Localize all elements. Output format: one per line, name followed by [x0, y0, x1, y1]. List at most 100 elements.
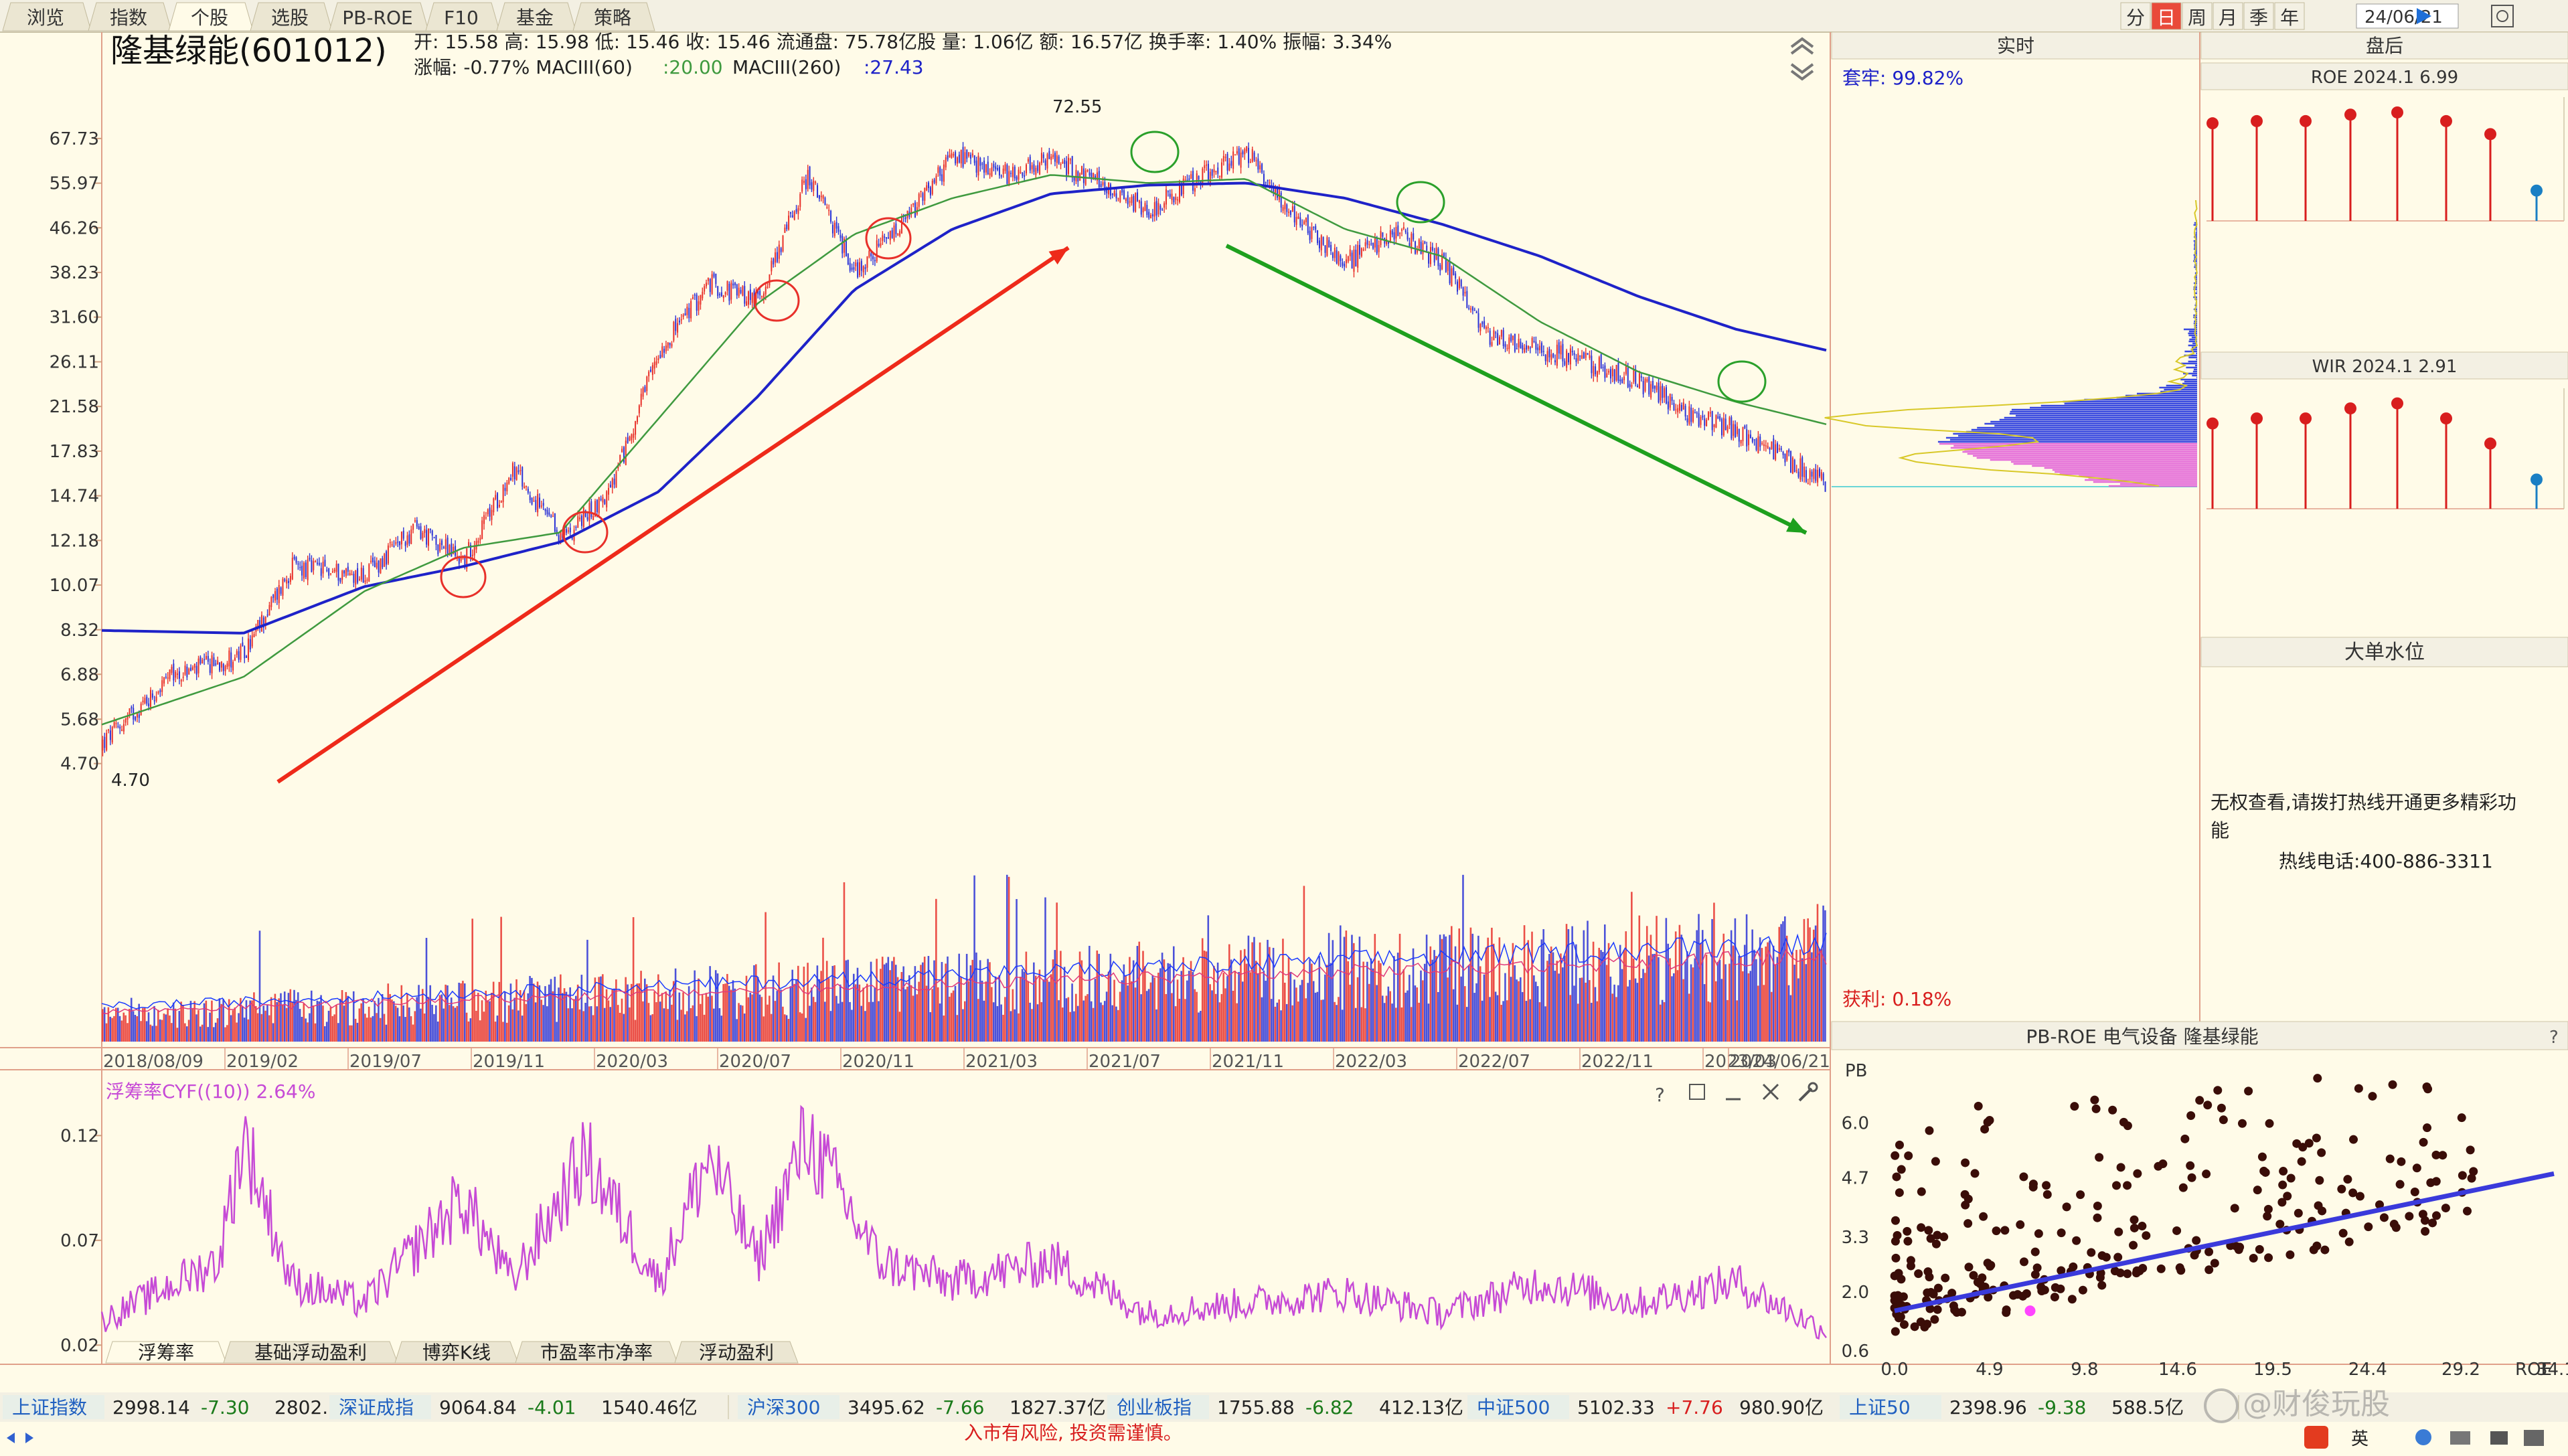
index-name[interactable]: 上证指数: [12, 1396, 87, 1419]
candle-body: [1625, 366, 1627, 374]
candle-body: [1217, 167, 1219, 174]
volume-bar: [1203, 951, 1206, 1042]
volume-bar: [1753, 949, 1755, 1042]
help-icon[interactable]: ?: [1655, 1084, 1665, 1106]
volume-bar: [1182, 957, 1184, 1042]
volume-bar: [701, 994, 704, 1042]
scatter-point: [2067, 1295, 2077, 1304]
candle-body: [711, 274, 713, 295]
scatter-point: [2418, 1210, 2427, 1219]
ma60-value: :20.00: [663, 56, 723, 78]
candle-body: [489, 507, 491, 517]
volume-bar: [1441, 939, 1443, 1042]
candle-body: [673, 321, 675, 341]
volume-bar: [1094, 979, 1097, 1042]
candle-body: [295, 557, 297, 563]
candle-body: [1560, 345, 1562, 355]
volume-bar: [621, 998, 623, 1042]
candle-body: [780, 248, 782, 252]
volume-bar: [1552, 952, 1554, 1042]
volume-bar: [1153, 977, 1155, 1042]
volume-bar: [1575, 944, 1577, 1042]
candle-body: [1207, 163, 1209, 181]
candle-body: [700, 295, 702, 305]
scatter-point: [2042, 1181, 2051, 1190]
input-method-icon[interactable]: [2304, 1426, 2328, 1449]
candle-body: [297, 563, 299, 565]
candle-body: [1751, 438, 1753, 442]
volume-bar: [445, 984, 447, 1042]
candle-body: [1370, 243, 1372, 244]
volume-bar: [383, 1014, 386, 1042]
mic-icon[interactable]: [2415, 1429, 2431, 1445]
price-tick-label: 14.74: [50, 487, 99, 507]
candle-body: [108, 729, 110, 731]
candle-body: [1280, 192, 1282, 208]
volume-bar: [258, 931, 261, 1042]
volume-bar: [1052, 959, 1054, 1042]
index-name[interactable]: 创业板指: [1117, 1396, 1192, 1419]
candle-body: [1039, 163, 1041, 175]
candle-body: [1719, 416, 1721, 420]
candle-body: [554, 513, 556, 532]
volume-bar: [774, 1001, 777, 1042]
volume-bar: [561, 993, 564, 1042]
candle-body: [1544, 355, 1546, 361]
candle-body: [805, 179, 807, 189]
volume-bar: [1534, 981, 1537, 1042]
scatter-point: [2257, 1152, 2267, 1161]
volume-bar: [1385, 995, 1388, 1042]
volume-bar: [1722, 933, 1725, 1042]
candle-body: [726, 281, 728, 291]
candle-body: [1667, 401, 1669, 410]
candle-body: [1119, 191, 1121, 202]
volume-bar: [1665, 918, 1668, 1042]
volume-bar: [1285, 1003, 1288, 1042]
scatter-point: [2210, 1259, 2219, 1268]
index-name[interactable]: 深证成指: [339, 1396, 414, 1419]
keyboard-icon[interactable]: [2450, 1431, 2470, 1445]
volume-bar: [740, 1005, 742, 1042]
scatter-point: [2000, 1226, 2010, 1235]
candle-body: [341, 570, 343, 580]
pbroe-help-icon[interactable]: ?: [2549, 1028, 2559, 1048]
volume-bar: [1749, 971, 1752, 1042]
candle-body: [627, 437, 629, 443]
volume-bar: [1429, 946, 1432, 1042]
volume-bar: [1423, 963, 1426, 1042]
index-name[interactable]: 沪深300: [747, 1396, 820, 1419]
volume-bar: [1422, 980, 1424, 1042]
shirt-icon[interactable]: [2490, 1431, 2508, 1445]
ime-mode-icon[interactable]: 英: [2351, 1429, 2369, 1449]
candle-body: [682, 315, 684, 317]
volume-bar: [1729, 963, 1731, 1042]
grid-icon[interactable]: [2524, 1430, 2544, 1446]
candle-body: [395, 542, 397, 544]
candle-body: [824, 197, 826, 206]
volume-bar: [1613, 984, 1615, 1042]
volume-bar: [983, 1000, 985, 1042]
volume-bar: [1036, 1004, 1039, 1042]
candle-body: [1642, 381, 1644, 394]
ma-line-prefix: 涨幅: -0.77% MACIII(60): [414, 56, 633, 78]
index-name[interactable]: 中证500: [1477, 1396, 1550, 1419]
candle-body: [1822, 473, 1824, 481]
volume-bar: [866, 983, 868, 1042]
candle-body: [1082, 168, 1085, 183]
index-name[interactable]: 上证50: [1849, 1396, 1911, 1419]
pbroe-xtick-label: 4.9: [1976, 1360, 2003, 1380]
candle-body: [519, 470, 521, 471]
date-tick-label: 2021/03: [965, 1052, 1038, 1072]
cyf-tick-label: 0.02: [60, 1336, 99, 1356]
volume-bar: [1040, 1002, 1043, 1042]
volume-bar: [676, 1020, 679, 1042]
volume-bar: [1644, 973, 1646, 1042]
volume-bar: [1801, 958, 1803, 1042]
index-value: 5102.33: [1577, 1396, 1655, 1419]
volume-bar: [1412, 948, 1415, 1042]
scatter-point: [2142, 1231, 2151, 1240]
candle-body: [663, 349, 665, 353]
candle-body: [928, 182, 930, 188]
volume-bar: [1105, 991, 1108, 1042]
volume-bar: [282, 1004, 284, 1042]
